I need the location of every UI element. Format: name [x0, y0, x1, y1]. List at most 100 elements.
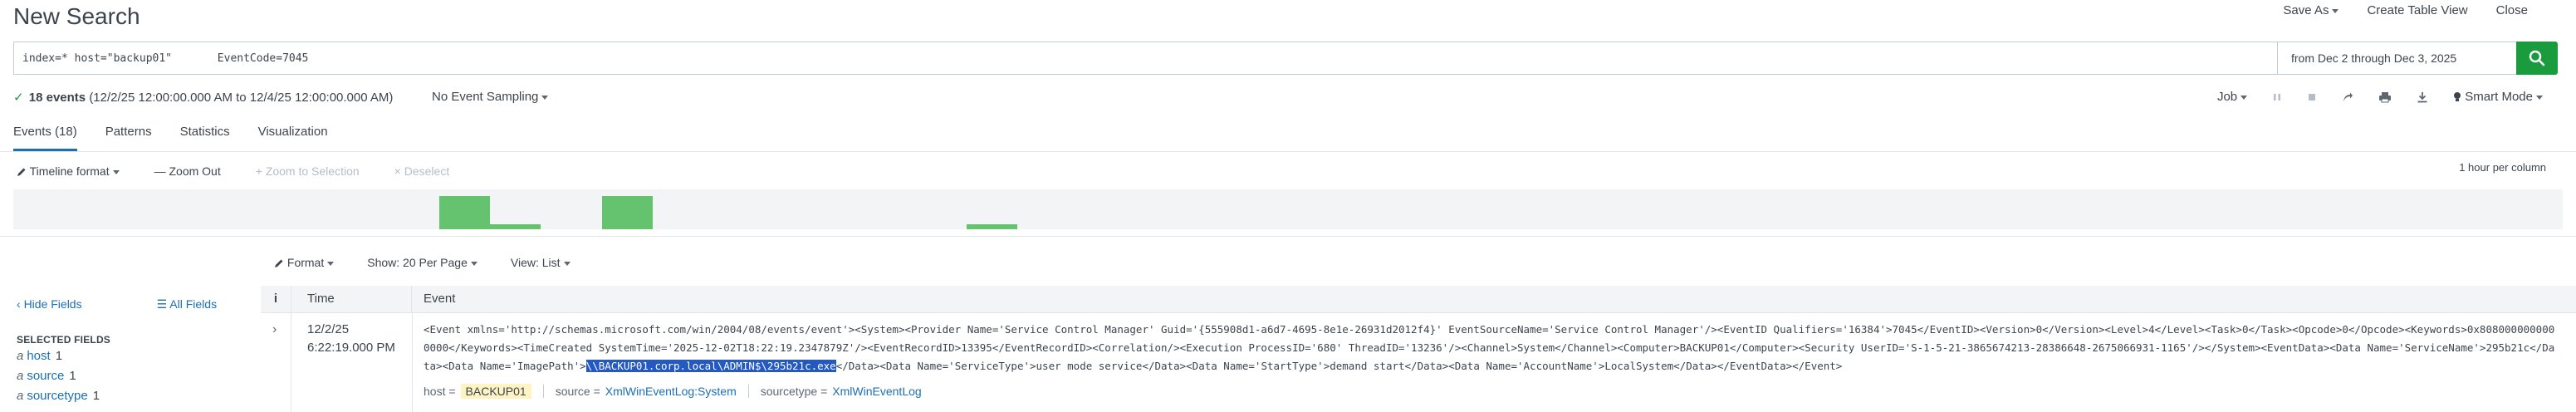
field-type: a: [17, 389, 24, 403]
event-field-summary: host = BACKUP01 source = XmlWinEventLog:Sy…: [424, 384, 922, 399]
timeline-bar[interactable]: [602, 196, 653, 229]
zoom-out-label: Zoom Out: [169, 164, 221, 178]
job-toolbar: Job Smart Mode: [2217, 90, 2543, 104]
events-table: i Time Event › 12/2/25 6:22:19.000 PM <E…: [261, 286, 2576, 412]
host-key: host =: [424, 385, 456, 398]
lightbulb-icon: [2454, 92, 2461, 102]
field-name[interactable]: sourcetype: [27, 389, 87, 403]
fields-sidebar: ‹ Hide Fields ☰ All Fields SELECTED FIEL…: [0, 286, 259, 412]
search-bar: index=* host="backup01" EventCode=7045 f…: [13, 42, 2558, 76]
table-header: i Time Event: [261, 286, 2576, 313]
event-date: 12/2/25: [307, 322, 350, 336]
timeline-bar[interactable]: [967, 224, 1017, 229]
tab-visualization[interactable]: Visualization: [258, 125, 328, 151]
event-time: 6:22:19.000 PM: [307, 341, 395, 355]
timeline-toolbar: Timeline format — Zoom Out + Zoom to Sel…: [17, 164, 449, 178]
deselect-button[interactable]: × Deselect: [394, 164, 450, 178]
plus-icon: +: [255, 164, 262, 178]
timeline-format-dropdown[interactable]: Timeline format: [17, 164, 120, 178]
search-input[interactable]: index=* host="backup01" EventCode=7045: [13, 42, 2277, 75]
event-text-after: </Data><Data Name='ServiceType'>user mod…: [835, 360, 1843, 372]
pencil-icon: [275, 259, 283, 268]
selected-fields-heading: SELECTED FIELDS: [17, 334, 111, 346]
top-actions: Save As Create Table View Close: [2283, 3, 2528, 17]
event-timeline[interactable]: [13, 189, 2563, 229]
separator: [747, 385, 749, 398]
timeline-format-label: Timeline format: [30, 164, 120, 178]
share-icon[interactable]: [2342, 91, 2353, 103]
field-sourcetype[interactable]: a sourcetype 1: [17, 389, 100, 403]
hide-fields-link[interactable]: ‹ Hide Fields: [17, 297, 82, 311]
sourcetype-key: sourcetype =: [760, 385, 828, 398]
minus-icon: —: [154, 164, 166, 178]
search-icon: [2529, 50, 2545, 66]
event-raw-text[interactable]: <Event xmlns='http://schemas.microsoft.c…: [424, 321, 2558, 375]
field-host[interactable]: a host 1: [17, 349, 62, 363]
list-icon: ☰: [156, 297, 168, 311]
search-mode-label: Smart Mode: [2465, 90, 2543, 104]
time-range-picker[interactable]: from Dec 2 through Dec 3, 2025: [2277, 42, 2518, 75]
time-column-header[interactable]: Time: [291, 286, 412, 312]
field-type: a: [17, 349, 24, 363]
timeline-scale-label: 1 hour per column: [2459, 161, 2546, 174]
search-button[interactable]: [2516, 42, 2558, 75]
time-range-label: from Dec 2 through Dec 3, 2025: [2291, 52, 2457, 65]
field-source[interactable]: a source 1: [17, 369, 76, 383]
pause-icon[interactable]: [2272, 92, 2282, 102]
per-page-dropdown[interactable]: Show: 20 Per Page: [367, 256, 477, 269]
job-menu[interactable]: Job: [2217, 90, 2247, 104]
zoom-to-selection-label: Zoom to Selection: [265, 164, 360, 178]
page-title: New Search: [13, 3, 140, 29]
field-count: 1: [55, 349, 63, 363]
download-icon[interactable]: [2417, 91, 2428, 103]
event-timestamp: 12/2/25 6:22:19.000 PM: [307, 321, 395, 357]
zoom-to-selection-button[interactable]: + Zoom to Selection: [256, 164, 360, 178]
expand-row-chevron-icon[interactable]: ›: [272, 322, 277, 337]
chevron-left-icon: ‹: [17, 297, 21, 311]
zoom-out-button[interactable]: — Zoom Out: [154, 164, 221, 178]
timeline-bar[interactable]: [490, 224, 541, 229]
search-mode-dropdown[interactable]: Smart Mode: [2453, 90, 2543, 104]
job-status: ✓ 18 events (12/2/25 12:00:00.000 AM to …: [13, 90, 393, 105]
field-name[interactable]: source: [27, 369, 64, 383]
tabs-divider: [0, 151, 2576, 152]
field-type: a: [17, 369, 24, 383]
timeline-divider: [0, 236, 2576, 237]
all-fields-link[interactable]: ☰ All Fields: [157, 297, 217, 311]
field-count: 1: [69, 369, 76, 383]
event-sampling-dropdown[interactable]: No Event Sampling: [432, 90, 548, 104]
source-value[interactable]: XmlWinEventLog:System: [605, 385, 737, 398]
format-dropdown[interactable]: Format: [274, 256, 334, 269]
save-as-menu[interactable]: Save As: [2283, 3, 2338, 17]
create-table-view-button[interactable]: Create Table View: [2367, 3, 2467, 17]
results-tabs: Events (18) Patterns Statistics Visualiz…: [13, 125, 328, 151]
separator: [542, 385, 544, 398]
deselect-label: Deselect: [404, 164, 450, 178]
event-column-header: Event: [424, 292, 456, 306]
view-dropdown[interactable]: View: List: [511, 256, 571, 269]
event-count: 18 events: [28, 91, 86, 105]
source-key: source =: [555, 385, 600, 398]
event-time-range: (12/2/25 12:00:00.000 AM to 12/4/25 12:0…: [89, 91, 394, 105]
hide-fields-label: Hide Fields: [23, 297, 82, 311]
field-count: 1: [92, 389, 100, 403]
all-fields-label: All Fields: [169, 297, 218, 311]
host-value[interactable]: BACKUP01: [460, 384, 531, 399]
stop-icon[interactable]: [2307, 92, 2317, 102]
timeline-bar[interactable]: [439, 196, 490, 229]
tab-patterns[interactable]: Patterns: [105, 125, 152, 151]
field-name[interactable]: host: [27, 349, 50, 363]
event-sampling-label: No Event Sampling: [432, 90, 548, 104]
event-text-highlight: \\BACKUP01.corp.local\ADMIN$\295b21c.exe: [585, 360, 836, 372]
sourcetype-value[interactable]: XmlWinEventLog: [832, 385, 921, 398]
tab-statistics[interactable]: Statistics: [180, 125, 230, 151]
pencil-icon: [17, 168, 26, 177]
info-column-header: i: [261, 286, 291, 312]
tab-events[interactable]: Events (18): [13, 125, 77, 151]
close-button[interactable]: Close: [2496, 3, 2528, 17]
results-toolbar: Format Show: 20 Per Page View: List: [274, 256, 571, 269]
check-icon: ✓: [13, 91, 24, 105]
print-icon[interactable]: [2378, 91, 2392, 103]
x-icon: ×: [394, 164, 401, 178]
format-label: Format: [287, 256, 334, 269]
